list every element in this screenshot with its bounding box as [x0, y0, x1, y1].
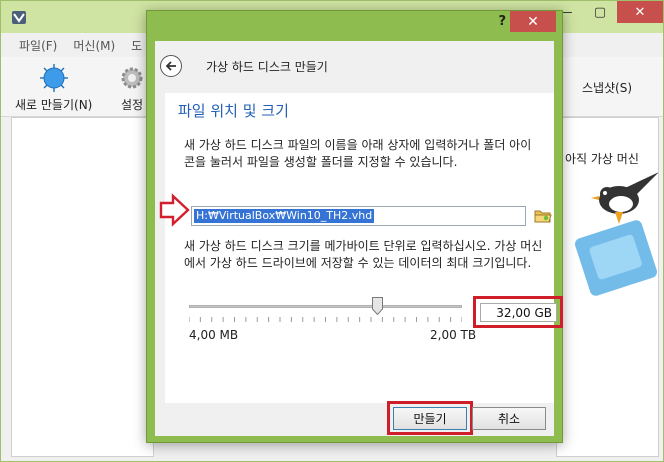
- arrow-left-icon: [165, 61, 176, 71]
- menu-machine[interactable]: 머신(M): [73, 37, 115, 54]
- tab-snapshots[interactable]: 스냅샷(S): [557, 67, 657, 107]
- new-vm-button[interactable]: 새로 만들기(N): [15, 63, 92, 113]
- dialog-body: 가상 하드 디스크 만들기 파일 위치 및 크기 새 가상 하드 디스크 파일의…: [155, 41, 563, 436]
- new-vm-label: 새로 만들기(N): [15, 98, 93, 112]
- disk-size-slider-thumb[interactable]: [371, 297, 383, 315]
- manager-close-icon[interactable]: ✕: [617, 1, 663, 23]
- manager-window-controls: — ▢ ✕: [549, 1, 663, 33]
- dialog-titlebar: ? ✕: [147, 11, 562, 33]
- folder-icon: [534, 210, 552, 223]
- create-virtual-hard-disk-dialog: ? ✕ 가상 하드 디스크 만들기 파일 위치 및 크기 새 가상 하드 디스크…: [146, 10, 563, 443]
- disk-size-input[interactable]: [480, 303, 557, 322]
- choose-folder-button[interactable]: [533, 206, 553, 226]
- gear-icon: [121, 67, 143, 89]
- settings-button[interactable]: 설정: [117, 63, 147, 113]
- slider-max-label: 2,00 TB: [430, 328, 477, 342]
- red-arrow-annotation-icon: [159, 193, 190, 227]
- vm-details-panel: 아직 가상 머신: [556, 117, 659, 457]
- help-button[interactable]: ?: [498, 14, 506, 29]
- menu-file[interactable]: 파일(F): [19, 37, 57, 54]
- disk-size-slider-track[interactable]: [189, 305, 462, 308]
- maximize-icon[interactable]: ▢: [583, 1, 617, 23]
- settings-label: 설정: [120, 98, 144, 112]
- size-highlight-box: [473, 296, 563, 328]
- penguin-mascot-icon: [575, 172, 658, 296]
- location-description: 새 가상 하드 디스크 파일의 이름을 아래 상자에 입력하거나 폴더 아이콘을…: [184, 138, 532, 169]
- slider-min-label: 4,00 MB: [189, 328, 239, 342]
- dialog-title: 가상 하드 디스크 만들기: [206, 60, 328, 74]
- file-location-selected-text: H:₩VirtualBox₩Win10_TH2.vhd: [194, 209, 375, 223]
- wizard-page: 파일 위치 및 크기 새 가상 하드 디스크 파일의 이름을 아래 상자에 입력…: [159, 93, 563, 403]
- back-button[interactable]: [160, 55, 182, 77]
- slider-ticks: [189, 317, 462, 322]
- vm-list[interactable]: [11, 117, 154, 457]
- menu-help[interactable]: 도: [131, 37, 142, 54]
- page-title: 파일 위치 및 크기: [178, 102, 289, 120]
- welcome-text: 아직 가상 머신: [565, 152, 639, 166]
- dialog-header: 가상 하드 디스크 만들기: [155, 41, 554, 93]
- cancel-button[interactable]: 취소: [472, 407, 546, 430]
- dialog-close-icon[interactable]: ✕: [510, 11, 556, 32]
- size-description: 새 가상 하드 디스크 크기를 메가바이트 단위로 입력하십시오. 가상 머신에…: [184, 239, 543, 270]
- dialog-footer: 만들기 취소: [155, 401, 554, 436]
- create-button[interactable]: 만들기: [393, 407, 467, 430]
- new-vm-icon: [39, 64, 68, 92]
- virtualbox-logo-icon: [12, 11, 26, 24]
